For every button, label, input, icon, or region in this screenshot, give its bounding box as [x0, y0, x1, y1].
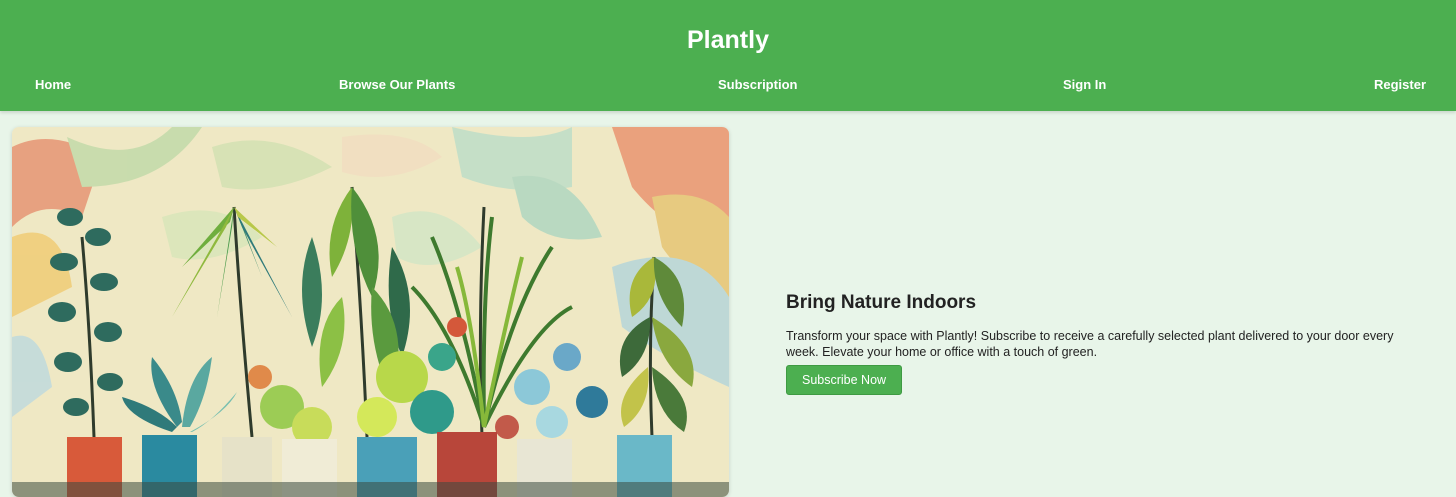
- hero-description: Transform your space with Plantly! Subsc…: [786, 329, 1394, 359]
- nav-home[interactable]: Home: [35, 76, 71, 94]
- nav-browse-plants[interactable]: Browse Our Plants: [339, 76, 455, 94]
- nav-subscription[interactable]: Subscription: [718, 76, 797, 94]
- nav-register[interactable]: Register: [1374, 76, 1426, 94]
- site-header: Plantly Home Browse Our Plants Subscript…: [0, 0, 1456, 111]
- hero-content: Bring Nature Indoors Transform your spac…: [786, 291, 1426, 395]
- site-title: Plantly: [687, 26, 769, 54]
- subscribe-now-button[interactable]: Subscribe Now: [786, 365, 903, 395]
- main-nav: Home Browse Our Plants Subscription Sign…: [35, 76, 1426, 94]
- hero-plants-painting: [12, 127, 729, 497]
- nav-sign-in[interactable]: Sign In: [1063, 76, 1106, 94]
- hero-heading: Bring Nature Indoors: [786, 292, 977, 313]
